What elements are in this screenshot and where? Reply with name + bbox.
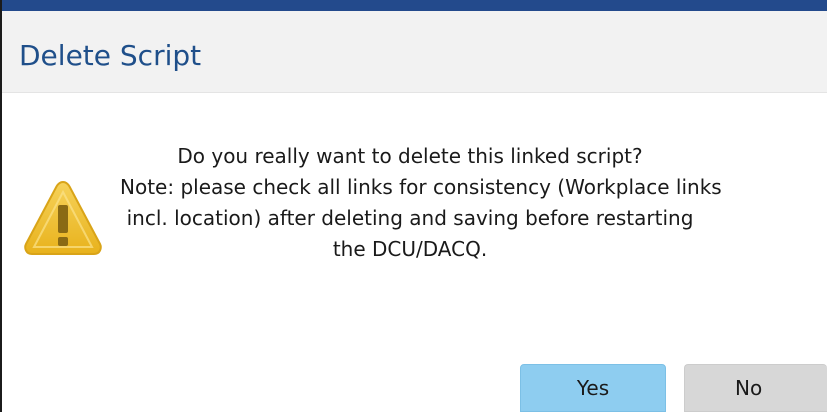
message-line-2: Note: please check all links for consist… [120,175,722,199]
delete-script-dialog: Delete Script Do you really want to dele… [0,0,827,412]
message-line-3: incl. location) after deleting and savin… [126,206,694,230]
warning-icon [22,178,104,258]
message-line-4: the DCU/DACQ. [332,237,488,261]
dialog-title-bar: Delete Script [2,11,827,93]
yes-button[interactable]: Yes [520,364,666,412]
window-top-bar [0,0,827,11]
no-button[interactable]: No [684,364,827,412]
message-line-1: Do you really want to delete this linked… [177,144,643,168]
dialog-title: Delete Script [19,39,202,72]
dialog-message: Do you really want to delete this linked… [120,141,827,265]
